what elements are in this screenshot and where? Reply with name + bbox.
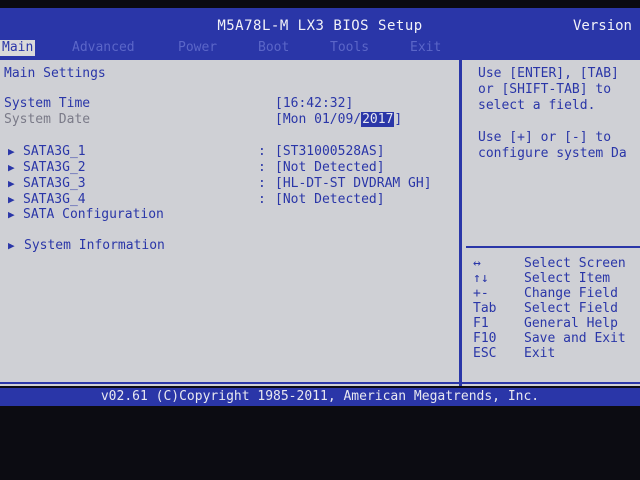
bios-title: M5A78L-M LX3 BIOS Setup [217, 18, 423, 34]
help-line-1: Use [ENTER], [TAB] [478, 66, 619, 81]
system-date-year-field[interactable]: 2017 [361, 112, 395, 127]
key-desc: General Help [524, 316, 618, 331]
sata1-label: SATA3G_1 [23, 144, 86, 159]
colon: : [258, 160, 266, 175]
key-esc: ESC [473, 346, 497, 361]
sata3-value: [HL-DT-ST DVDRAM GH] [275, 176, 432, 191]
help-line-3: select a field. [478, 98, 596, 113]
tab-advanced[interactable]: Advanced [70, 40, 137, 56]
key-desc: Exit [524, 346, 556, 361]
submenu-arrow-icon: ▶ [8, 145, 15, 158]
help-line-2: or [SHIFT-TAB] to [478, 82, 612, 97]
system-date-value[interactable]: [Mon 01/09/2017] [275, 112, 402, 128]
tab-exit[interactable]: Exit [408, 40, 443, 56]
tab-main[interactable]: Main [0, 40, 36, 56]
bios-screen: M5A78L-M LX3 BIOS Setup Version Main Adv… [0, 0, 640, 480]
colon: : [258, 144, 266, 159]
sata-configuration-label: SATA Configuration [23, 207, 164, 222]
sata1-value: [ST31000528AS] [275, 144, 385, 159]
sata4-label: SATA3G_4 [23, 192, 86, 207]
tab-power[interactable]: Power [176, 40, 219, 56]
colon: : [258, 192, 266, 207]
key-desc: Select Field [524, 301, 618, 316]
key-change-field: +- [473, 286, 489, 301]
key-f1: F1 [473, 316, 489, 331]
sata2-label: SATA3G_2 [23, 160, 86, 175]
system-time-value[interactable]: [16:42:32] [275, 96, 353, 112]
system-information-label: System Information [24, 238, 165, 253]
tab-tools[interactable]: Tools [328, 40, 371, 56]
submenu-arrow-icon: ▶ [8, 177, 15, 190]
submenu-arrow-icon: ▶ [8, 208, 15, 221]
submenu-arrow-icon: ▶ [8, 193, 15, 206]
panel-divider [459, 58, 462, 386]
help-separator [466, 246, 640, 248]
colon: : [258, 176, 266, 191]
help-line-5: configure system Da [478, 146, 627, 161]
submenu-arrow-icon: ▶ [8, 161, 15, 174]
key-desc: Select Screen [524, 256, 626, 271]
system-time-label: System Time [4, 96, 91, 111]
section-title: Main Settings [4, 66, 106, 81]
help-line-4: Use [+] or [-] to [478, 130, 612, 145]
submenu-arrow-icon: ▶ [8, 239, 15, 252]
main-panel: Main Settings System Time [16:42:32] Sys… [0, 58, 640, 386]
tab-boot[interactable]: Boot [256, 40, 291, 56]
sata4-value: [Not Detected] [275, 192, 385, 207]
key-select-item: ↑↓ [473, 271, 489, 286]
system-date-prefix: [Mon 01/09/ [275, 112, 362, 127]
copyright-footer: v02.61 (C)Copyright 1985-2011, American … [0, 388, 640, 406]
system-date-label: System Date [4, 112, 91, 127]
sata2-value: [Not Detected] [275, 160, 385, 175]
menu-bar: Main Advanced Power Boot Tools Exit [0, 40, 640, 56]
key-desc: Select Item [524, 271, 611, 286]
title-bar: M5A78L-M LX3 BIOS Setup Version Main Adv… [0, 8, 640, 58]
version-label: Version [572, 18, 632, 34]
key-f10: F10 [473, 331, 497, 346]
key-desc: Save and Exit [524, 331, 626, 346]
key-desc: Change Field [524, 286, 618, 301]
key-tab: Tab [473, 301, 497, 316]
system-date-suffix: ] [394, 112, 403, 127]
key-select-screen: ↔ [473, 256, 481, 271]
sata3-label: SATA3G_3 [23, 176, 86, 191]
